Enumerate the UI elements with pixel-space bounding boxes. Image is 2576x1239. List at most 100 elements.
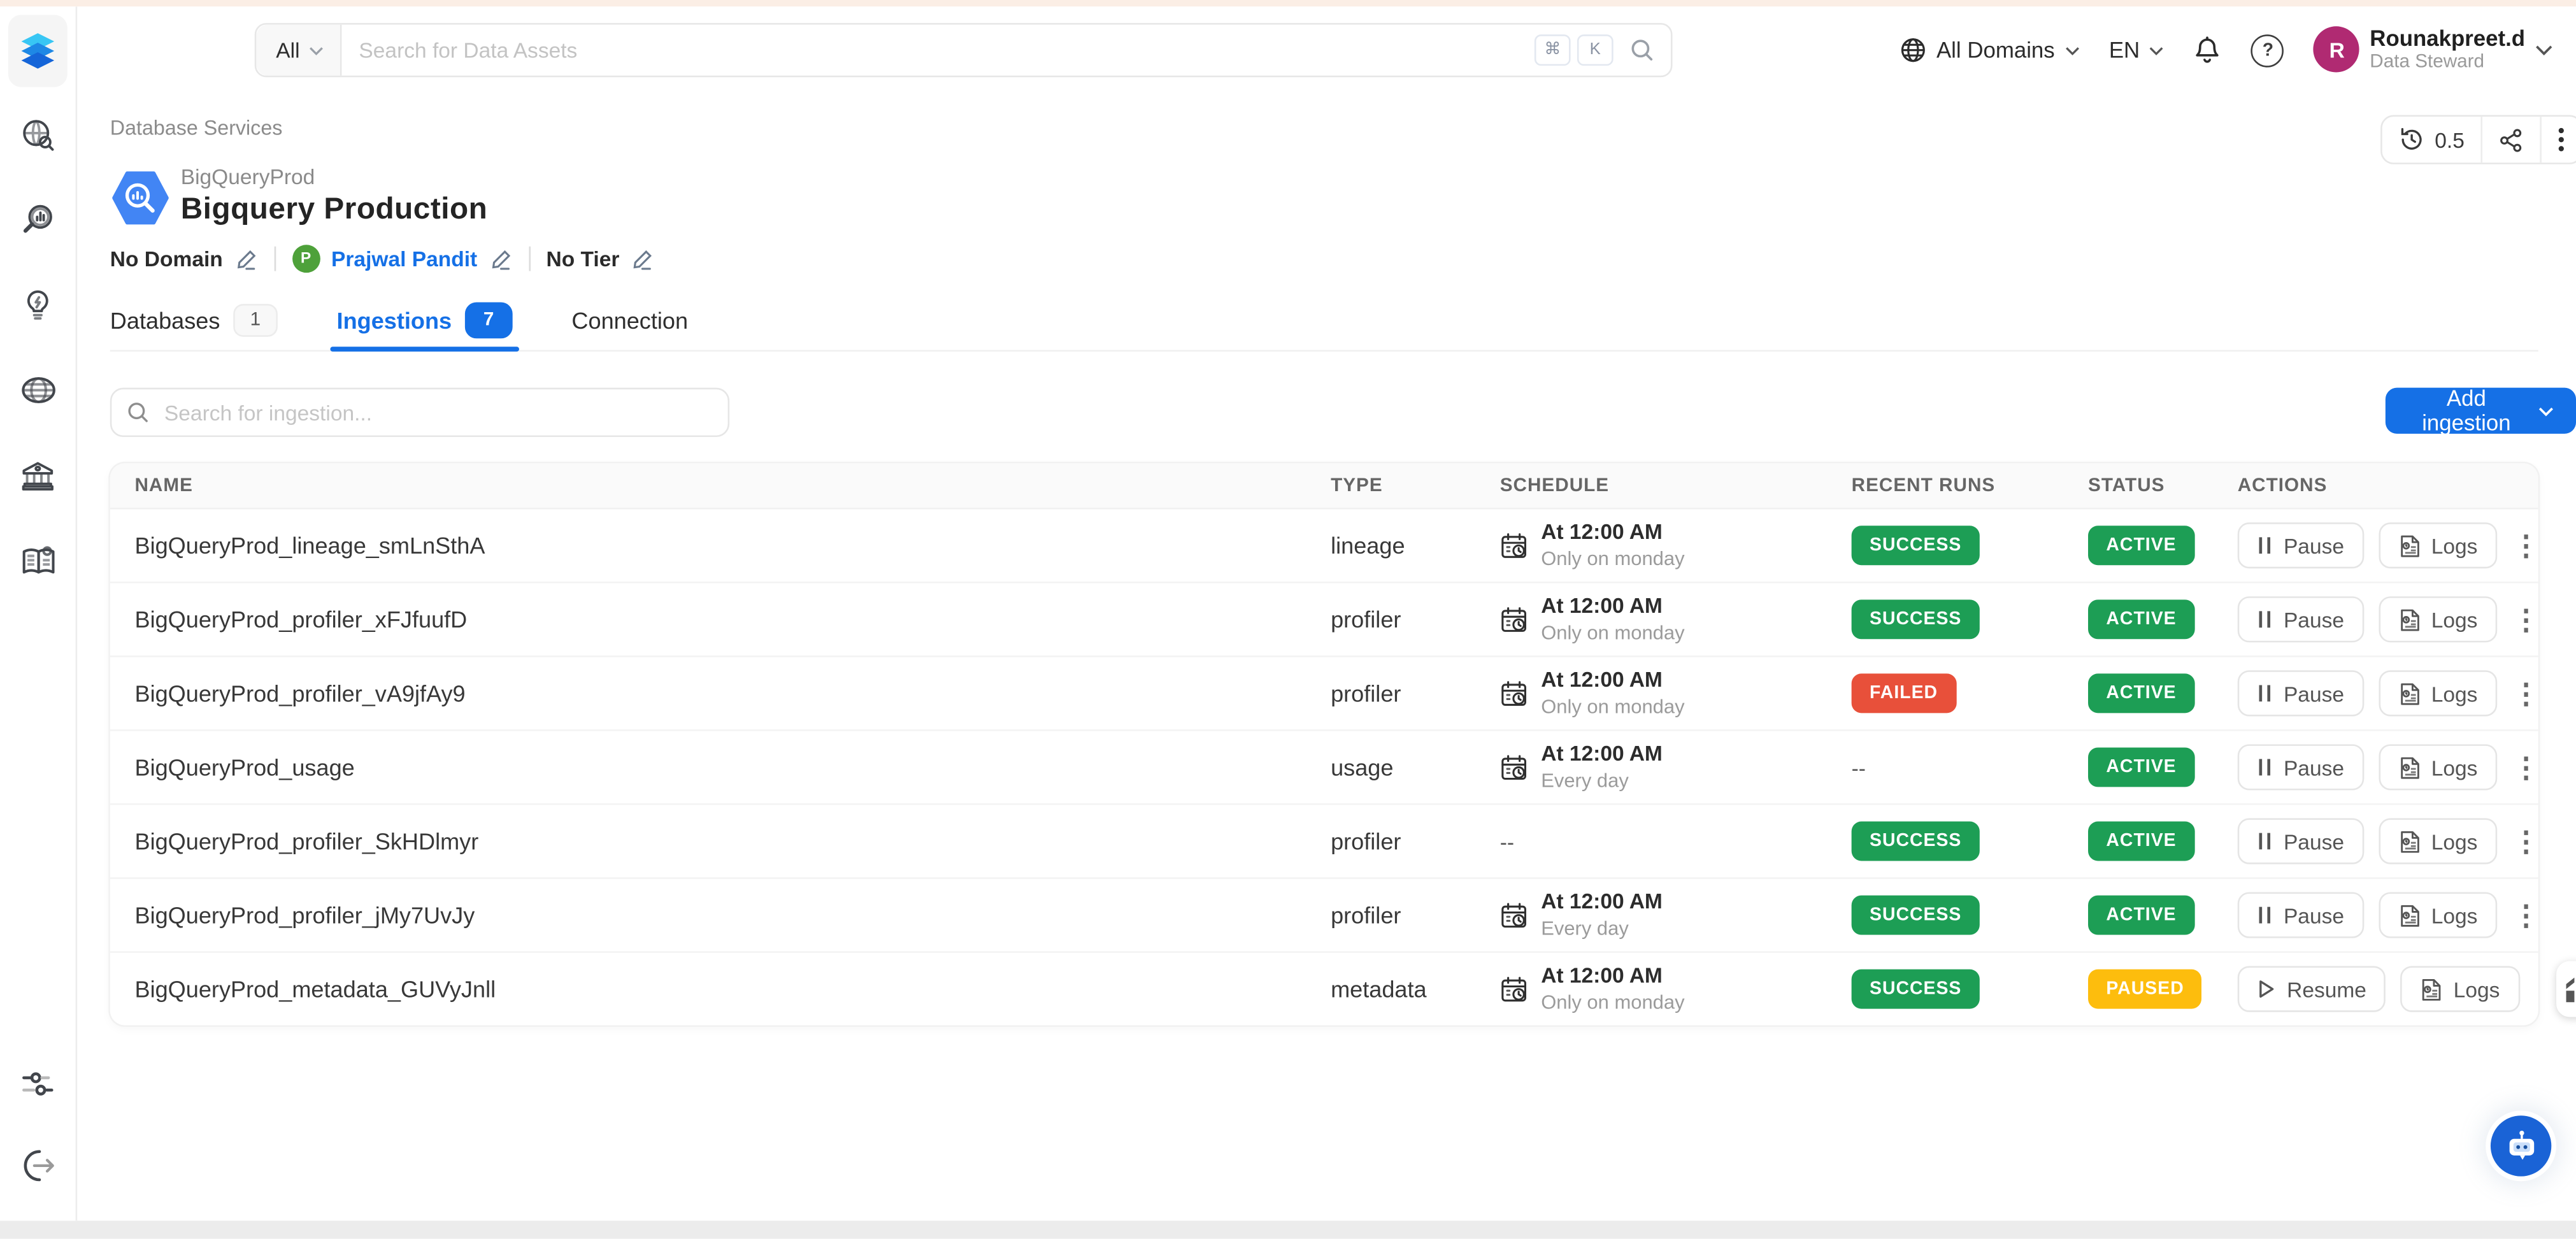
pause-resume-button[interactable]: Pause bbox=[2238, 744, 2364, 790]
logs-button[interactable]: Logs bbox=[2379, 818, 2497, 864]
ingestion-name[interactable]: BigQueryProd_profiler_xFJfuufD bbox=[134, 606, 1331, 633]
sidebar-item-observability[interactable] bbox=[19, 201, 57, 238]
pause-resume-button[interactable]: Pause bbox=[2238, 818, 2364, 864]
pause-resume-button[interactable]: Pause bbox=[2238, 596, 2364, 642]
user-menu[interactable]: R Rounakpreet.d Data Steward bbox=[2314, 27, 2553, 74]
table-row: BigQueryProd_profiler_vA9jfAy9 profiler … bbox=[110, 657, 2538, 731]
notifications-button[interactable] bbox=[2194, 35, 2222, 64]
col-header-recent-runs: RECENT RUNS bbox=[1852, 476, 2088, 496]
row-more-actions[interactable]: ⋮ bbox=[2535, 975, 2538, 1003]
pause-resume-button[interactable]: Pause bbox=[2238, 522, 2364, 568]
lightbulb-bolt-icon bbox=[20, 287, 56, 323]
recent-run-badge[interactable]: SUCCESS bbox=[1852, 526, 1980, 565]
ingestion-name[interactable]: BigQueryProd_metadata_GUVyJnll bbox=[134, 976, 1331, 1002]
global-search-input[interactable] bbox=[343, 38, 1535, 62]
logs-icon bbox=[2398, 755, 2420, 780]
question-icon: ? bbox=[2252, 34, 2285, 67]
breadcrumb[interactable]: Database Services bbox=[110, 117, 283, 140]
left-sidebar bbox=[0, 6, 77, 1221]
tab-ingestions[interactable]: Ingestions 7 bbox=[337, 306, 513, 350]
ingestion-name[interactable]: BigQueryProd_profiler_SkHDlmyr bbox=[134, 828, 1331, 854]
status-badge: ACTIVE bbox=[2088, 747, 2194, 787]
schedule-empty: -- bbox=[1500, 829, 1514, 854]
logs-button[interactable]: Logs bbox=[2401, 966, 2519, 1012]
more-actions-button[interactable] bbox=[2540, 117, 2576, 162]
global-search: All ⌘ K bbox=[255, 23, 1673, 77]
row-more-actions[interactable]: ⋮ bbox=[2512, 754, 2535, 782]
table-body: BigQueryProd_lineage_smLnSthA lineage At… bbox=[110, 510, 2538, 1026]
logs-button[interactable]: Logs bbox=[2379, 744, 2497, 790]
ingestion-name[interactable]: BigQueryProd_lineage_smLnSthA bbox=[134, 533, 1331, 559]
schedule-time: At 12:00 AM bbox=[1541, 889, 1663, 916]
ingestion-name[interactable]: BigQueryProd_profiler_jMy7UvJy bbox=[134, 902, 1331, 928]
sidebar-item-settings[interactable] bbox=[19, 1064, 57, 1102]
share-button[interactable] bbox=[2481, 117, 2540, 162]
app-logo[interactable] bbox=[8, 15, 68, 87]
pause-icon bbox=[2258, 536, 2272, 555]
owner-link[interactable]: Prajwal Pandit bbox=[331, 247, 477, 271]
calendar-clock-icon bbox=[1500, 679, 1528, 707]
sidebar-item-govern[interactable] bbox=[19, 457, 57, 494]
recent-run-badge[interactable]: SUCCESS bbox=[1852, 970, 1980, 1009]
logs-button[interactable]: Logs bbox=[2379, 522, 2497, 568]
recent-run-badge[interactable]: FAILED bbox=[1852, 673, 1956, 713]
logs-button[interactable]: Logs bbox=[2379, 596, 2497, 642]
recent-runs-cell: SUCCESS bbox=[1852, 822, 2088, 861]
sidebar-item-domains[interactable] bbox=[19, 371, 57, 409]
sidebar-item-explore[interactable] bbox=[19, 115, 57, 153]
row-more-actions[interactable]: ⋮ bbox=[2512, 605, 2535, 633]
logs-button[interactable]: Logs bbox=[2379, 892, 2497, 938]
sidebar-item-logout[interactable] bbox=[19, 1147, 57, 1184]
status-badge: ACTIVE bbox=[2088, 673, 2194, 713]
share-icon bbox=[2499, 127, 2524, 152]
schedule-time: At 12:00 AM bbox=[1541, 963, 1684, 990]
tab-connection[interactable]: Connection bbox=[571, 306, 688, 350]
sidebar-item-learning[interactable] bbox=[19, 542, 57, 580]
edit-domain-icon[interactable] bbox=[234, 247, 257, 270]
status-cell: ACTIVE bbox=[2088, 747, 2238, 787]
app-window: All ⌘ K All Domains EN bbox=[0, 0, 2576, 1239]
add-ingestion-button[interactable]: Add ingestion bbox=[2386, 388, 2576, 434]
actions-cell: Pause Logs ⋮ bbox=[2238, 744, 2538, 790]
pause-resume-button[interactable]: Pause bbox=[2238, 892, 2364, 938]
help-button[interactable]: ? bbox=[2252, 34, 2285, 67]
recent-runs-cell: FAILED bbox=[1852, 673, 2088, 713]
row-more-actions[interactable]: ⋮ bbox=[2512, 679, 2535, 707]
chevron-down-icon bbox=[2537, 405, 2552, 417]
ingestion-name[interactable]: BigQueryProd_profiler_vA9jfAy9 bbox=[134, 680, 1331, 706]
entity-meta-row: No Domain P Prajwal Pandit No Tier bbox=[110, 245, 654, 273]
row-more-actions[interactable]: ⋮ bbox=[2512, 901, 2535, 929]
row-more-actions[interactable]: ⋮ bbox=[2512, 531, 2535, 559]
pause-icon bbox=[2258, 757, 2272, 777]
tab-databases[interactable]: Databases 1 bbox=[110, 306, 278, 350]
tier-label: No Tier bbox=[547, 247, 620, 271]
version-button[interactable]: 0.5 bbox=[2382, 117, 2481, 162]
sidebar-item-insights[interactable] bbox=[19, 286, 57, 324]
status-cell: PAUSED bbox=[2088, 970, 2238, 1009]
edit-tier-icon[interactable] bbox=[631, 247, 654, 270]
row-more-actions[interactable]: ⋮ bbox=[2512, 827, 2535, 856]
pause-resume-button[interactable]: Pause bbox=[2238, 670, 2364, 716]
ingestion-name[interactable]: BigQueryProd_usage bbox=[134, 754, 1331, 780]
chart-magnifier-icon bbox=[20, 201, 56, 238]
recent-run-badge[interactable]: SUCCESS bbox=[1852, 822, 1980, 861]
search-icon[interactable] bbox=[1629, 38, 1654, 62]
language-label: EN bbox=[2109, 38, 2140, 62]
logs-label: Logs bbox=[2431, 903, 2478, 927]
edge-widget-tab[interactable] bbox=[2556, 961, 2576, 1017]
pause-icon bbox=[2258, 905, 2272, 925]
domains-dropdown[interactable]: All Domains bbox=[1899, 36, 2080, 64]
ingestion-schedule: At 12:00 AM Only on monday bbox=[1500, 594, 1852, 645]
edit-owner-icon[interactable] bbox=[489, 247, 512, 270]
recent-run-badge[interactable]: SUCCESS bbox=[1852, 599, 1980, 639]
pause-resume-button[interactable]: Resume bbox=[2238, 966, 2386, 1012]
tier-meta: No Tier bbox=[547, 247, 654, 271]
logs-icon bbox=[2421, 977, 2442, 1001]
search-filter-dropdown[interactable]: All bbox=[256, 25, 342, 76]
recent-run-badge[interactable]: SUCCESS bbox=[1852, 896, 1980, 935]
add-ingestion-label: Add ingestion bbox=[2408, 386, 2524, 435]
language-dropdown[interactable]: EN bbox=[2109, 38, 2165, 62]
assistant-button[interactable] bbox=[2491, 1115, 2551, 1176]
logs-button[interactable]: Logs bbox=[2379, 670, 2497, 716]
ingestion-search-input[interactable] bbox=[161, 398, 713, 426]
